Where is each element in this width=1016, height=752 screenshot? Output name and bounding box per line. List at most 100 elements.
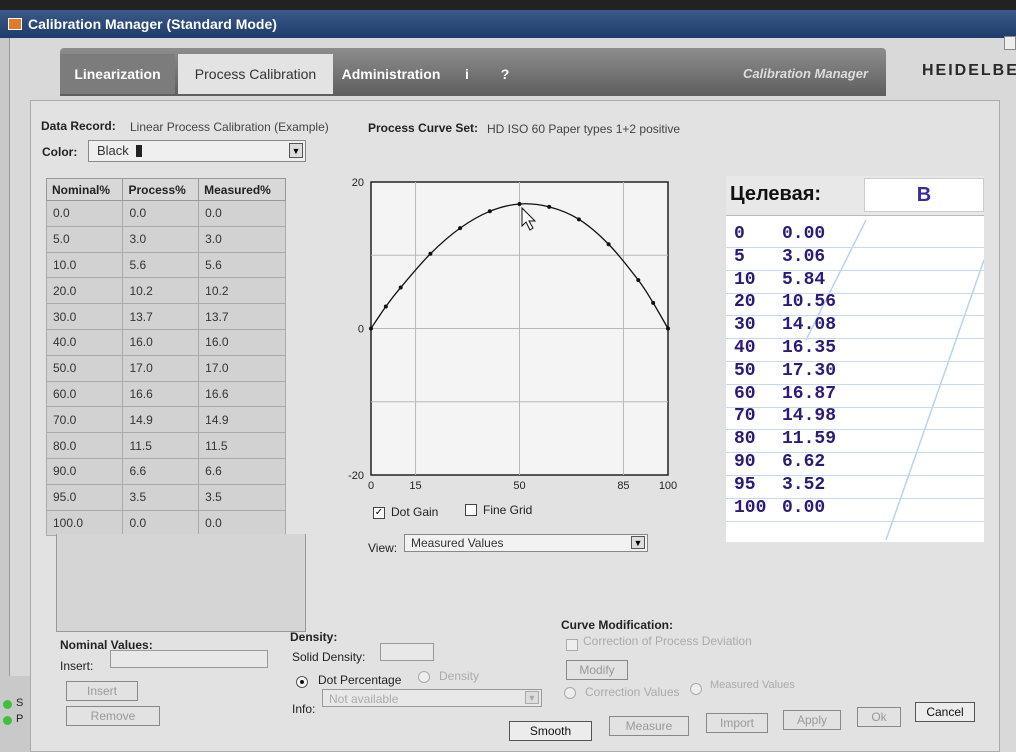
window-control-button[interactable]	[1004, 36, 1016, 50]
cell-measured[interactable]: 6.6	[198, 457, 286, 485]
cell-process[interactable]: 3.0	[122, 225, 200, 253]
remove-button[interactable]: Remove	[66, 706, 160, 726]
cell-nominal[interactable]: 70.0	[45, 406, 124, 434]
cell-nominal[interactable]: 30.0	[45, 303, 124, 330]
x-tick-label: 100	[659, 480, 677, 492]
tab-linearization[interactable]: Linearization	[60, 54, 175, 94]
correction-values-radio[interactable]	[564, 687, 576, 699]
ok-button[interactable]: Ok	[857, 707, 901, 727]
table-row[interactable]: 100.0 0.0 0.0	[45, 509, 286, 537]
cell-measured[interactable]: 13.7	[198, 303, 286, 330]
cell-nominal[interactable]: 0.0	[45, 200, 124, 227]
insert-button[interactable]: Insert	[66, 681, 138, 701]
view-selected-value: Measured Values	[411, 536, 504, 550]
table-row[interactable]: 5.0 3.0 3.0	[45, 225, 286, 253]
overlay-row-value: 16.35	[782, 338, 837, 358]
cell-process[interactable]: 0.0	[122, 509, 200, 537]
cell-measured[interactable]: 14.9	[198, 406, 286, 434]
y-tick-label: -20	[348, 470, 364, 482]
cell-process[interactable]: 16.6	[122, 380, 200, 408]
table-row[interactable]: 50.0 17.0 17.0	[45, 354, 286, 382]
cell-nominal[interactable]: 60.0	[45, 380, 124, 408]
cell-measured[interactable]: 3.5	[198, 483, 286, 511]
column-header-process[interactable]: Process%	[122, 178, 200, 201]
cell-nominal[interactable]: 50.0	[45, 354, 124, 382]
cell-process[interactable]: 16.0	[122, 328, 200, 356]
cell-process[interactable]: 13.7	[122, 303, 200, 330]
tab-help[interactable]: ?	[490, 54, 520, 94]
cell-measured[interactable]: 5.6	[198, 251, 286, 279]
solid-density-input[interactable]	[380, 643, 434, 661]
density-heading: Density:	[290, 630, 338, 644]
cell-nominal[interactable]: 10.0	[45, 251, 124, 279]
overlay-box-value: B	[864, 178, 984, 212]
cell-nominal[interactable]: 40.0	[45, 328, 124, 356]
cell-process[interactable]: 0.0	[122, 200, 200, 227]
tab-process-calibration[interactable]: Process Calibration	[178, 54, 333, 94]
view-select[interactable]: Measured Values ▼	[404, 534, 648, 552]
color-select[interactable]: Black ▼	[88, 140, 306, 162]
cell-measured[interactable]: 0.0	[198, 509, 286, 537]
cell-nominal[interactable]: 20.0	[45, 277, 124, 305]
table-row[interactable]: 10.0 5.6 5.6	[45, 251, 286, 279]
correction-checkbox[interactable]	[566, 639, 578, 651]
overlay-row-value: 6.62	[782, 452, 826, 472]
table-header-row: Nominal% Process% Measured%	[45, 178, 286, 201]
cell-process[interactable]: 3.5	[122, 483, 200, 511]
cell-measured[interactable]: 17.0	[198, 354, 286, 382]
status-p-label: P	[16, 713, 24, 725]
cell-measured[interactable]: 10.2	[198, 277, 286, 305]
info-select[interactable]: Not available ▼	[322, 689, 542, 707]
table-row[interactable]: 70.0 14.9 14.9	[45, 406, 286, 434]
cell-nominal[interactable]: 80.0	[45, 432, 124, 459]
title-bar: Calibration Manager (Standard Mode)	[0, 10, 1016, 38]
cell-process[interactable]: 11.5	[122, 432, 200, 459]
cell-nominal[interactable]: 5.0	[45, 225, 124, 253]
cell-process[interactable]: 14.9	[122, 406, 200, 434]
density-radio[interactable]	[418, 671, 430, 683]
modify-button[interactable]: Modify	[566, 660, 628, 680]
cell-measured[interactable]: 0.0	[198, 200, 286, 227]
window-title: Calibration Manager (Standard Mode)	[28, 16, 277, 32]
vendor-logo: HEIDELBE	[922, 62, 1016, 79]
tab-administration[interactable]: Administration	[336, 54, 446, 94]
overlay-row: 70 14.98	[734, 406, 836, 429]
cell-measured[interactable]: 16.0	[198, 328, 286, 356]
cell-process[interactable]: 10.2	[122, 277, 200, 305]
cell-process[interactable]: 5.6	[122, 251, 200, 279]
table-row[interactable]: 90.0 6.6 6.6	[45, 457, 286, 485]
table-row[interactable]: 80.0 11.5 11.5	[45, 432, 286, 459]
cell-measured[interactable]: 3.0	[198, 225, 286, 253]
measured-values-radio[interactable]	[690, 683, 702, 695]
table-row[interactable]: 0.0 0.0 0.0	[45, 200, 286, 227]
cell-measured[interactable]: 16.6	[198, 380, 286, 408]
measure-button[interactable]: Measure	[609, 716, 689, 736]
cell-process[interactable]: 6.6	[122, 457, 200, 485]
smooth-button[interactable]: Smooth	[509, 721, 592, 741]
overlay-row-value: 0.00	[782, 224, 826, 244]
fine-grid-checkbox[interactable]	[465, 504, 477, 516]
cell-process[interactable]: 17.0	[122, 354, 200, 382]
table-row[interactable]: 30.0 13.7 13.7	[45, 303, 286, 330]
chevron-down-icon[interactable]: ▼	[525, 691, 539, 704]
dot-gain-checkbox[interactable]: ✓	[373, 507, 385, 519]
cell-nominal[interactable]: 90.0	[45, 457, 124, 485]
cell-nominal[interactable]: 100.0	[45, 509, 124, 537]
dot-percentage-radio[interactable]	[296, 676, 308, 688]
table-row[interactable]: 40.0 16.0 16.0	[45, 328, 286, 356]
chevron-down-icon[interactable]: ▼	[631, 536, 645, 549]
target-values-overlay: Целевая: B 0 0.00 5 3.06 10 5.84 20 10.56 30 14.0…	[726, 176, 984, 542]
column-header-nominal[interactable]: Nominal%	[45, 178, 124, 201]
table-row[interactable]: 95.0 3.5 3.5	[45, 483, 286, 511]
import-button[interactable]: Import	[706, 713, 768, 733]
apply-button[interactable]: Apply	[783, 710, 841, 730]
table-row[interactable]: 60.0 16.6 16.6	[45, 380, 286, 408]
tab-info[interactable]: i	[452, 54, 482, 94]
cancel-button[interactable]: Cancel	[915, 702, 975, 722]
insert-input[interactable]	[110, 650, 268, 668]
chevron-down-icon[interactable]: ▼	[289, 143, 303, 158]
column-header-measured[interactable]: Measured%	[198, 178, 286, 201]
cell-nominal[interactable]: 95.0	[45, 483, 124, 511]
table-row[interactable]: 20.0 10.2 10.2	[45, 277, 286, 305]
cell-measured[interactable]: 11.5	[198, 432, 286, 459]
